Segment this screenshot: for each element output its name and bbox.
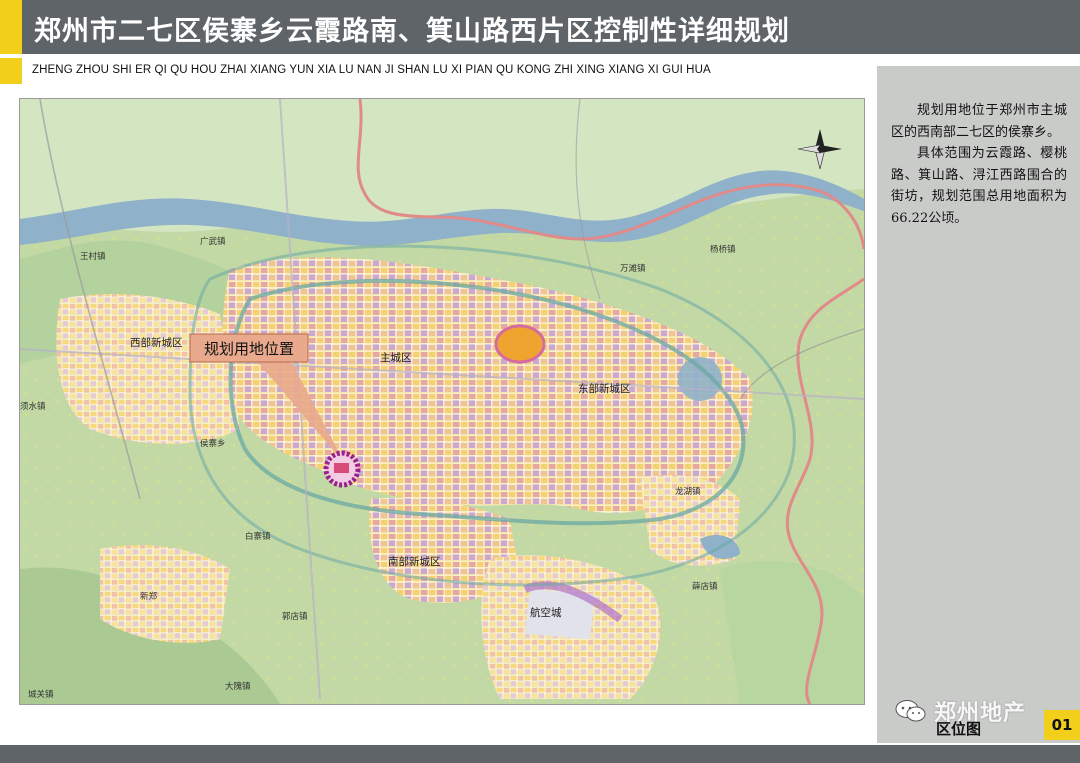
town-2: 广武镇 — [200, 236, 226, 247]
town-1: 王村镇 — [80, 251, 106, 262]
page-title: 郑州市二七区侯寨乡云霞路南、箕山路西片区控制性详细规划 — [34, 16, 790, 47]
district-west: 西部新城区 — [130, 336, 183, 349]
town-6: 侯寨乡 — [200, 438, 226, 449]
town-13: 城关镇 — [28, 689, 54, 700]
town-12: 大隗镇 — [225, 681, 251, 692]
urban-sw — [100, 545, 230, 643]
town-10: 薛店镇 — [692, 581, 718, 592]
location-map: 规划用地位置 西部新城区 主城区 东部新城区 南部新城区 航空城 王村镇 广武镇… — [19, 98, 865, 705]
callout-label: 规划用地位置 — [204, 340, 294, 358]
description-paragraph-1: 规划用地位于郑州市主城区的西南部二七区的侯寨乡。 — [891, 103, 1067, 140]
description-paragraph-2: 具体范围为云霞路、樱桃路、箕山路、浔江西路围合的街坊，规划范围总用地面积为66.… — [891, 146, 1067, 226]
town-11: 郭店镇 — [282, 611, 308, 622]
title-accent — [0, 0, 22, 54]
town-4: 万滩镇 — [620, 263, 646, 274]
pinyin-subtitle: ZHENG ZHOU SHI ER QI QU HOU ZHAI XIANG Y… — [32, 64, 711, 76]
town-8: 新郑 — [140, 591, 158, 602]
map-caption: 区位图 — [936, 720, 982, 738]
urban-west — [56, 294, 240, 444]
district-main: 主城区 — [380, 352, 412, 364]
title-bar: 郑州市二七区侯寨乡云霞路南、箕山路西片区控制性详细规划 — [0, 0, 1080, 54]
bottom-bar — [0, 745, 1080, 763]
district-south: 南部新城区 — [388, 555, 441, 568]
description-panel: 规划用地位于郑州市主城区的西南部二七区的侯寨乡。 具体范围为云霞路、樱桃路、箕山… — [877, 66, 1080, 743]
wechat-icon — [895, 700, 926, 722]
district-east: 东部新城区 — [578, 382, 631, 395]
description-text: 规划用地位于郑州市主城区的西南部二七区的侯寨乡。 具体范围为云霞路、樱桃路、箕山… — [891, 100, 1067, 229]
town-5: 须水镇 — [20, 401, 46, 412]
page-number: 01 — [1044, 710, 1080, 740]
town-3: 杨桥镇 — [710, 244, 736, 255]
subtitle-accent — [0, 58, 22, 84]
map-svg: 规划用地位置 西部新城区 主城区 东部新城区 南部新城区 航空城 王村镇 广武镇… — [20, 99, 864, 704]
district-airport: 航空城 — [530, 606, 562, 619]
town-9: 龙湖镇 — [675, 486, 701, 497]
town-7: 白寨镇 — [245, 531, 271, 542]
